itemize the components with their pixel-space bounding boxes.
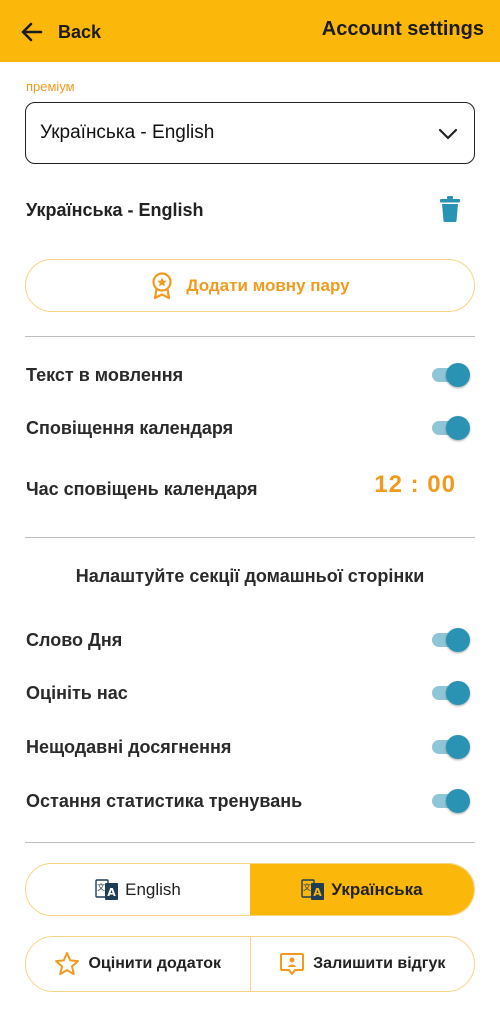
word-of-day-toggle[interactable] (428, 628, 470, 652)
divider (25, 842, 475, 843)
setting-row-calendar-notifications: Сповіщення календаря (26, 413, 472, 443)
training-stats-label: Остання статистика тренувань (26, 791, 303, 811)
leave-feedback-button[interactable]: Залишити відгук (249, 937, 475, 991)
language-option-ukrainian-label: Українська (331, 879, 423, 899)
add-language-pair-button[interactable]: Додати мовну пару (25, 259, 475, 312)
rate-app-button[interactable]: Оцінити додаток (26, 937, 250, 991)
rate-us-toggle[interactable] (428, 681, 470, 705)
home-sections-heading: Налаштуйте секції домашньої сторінки (75, 566, 425, 586)
home-section-row-word-of-day: Слово Дня (26, 625, 472, 655)
recent-achievements-label: Нещодавні досягнення (26, 737, 232, 757)
language-pair-name: Українська - English (26, 200, 204, 220)
svg-text:文: 文 (303, 882, 311, 892)
leave-feedback-label: Залишити відгук (313, 955, 446, 972)
language-pair-dropdown[interactable]: Українська - English (25, 102, 475, 164)
language-option-ukrainian[interactable]: A 文 Українська (250, 864, 474, 915)
notification-time-label: Час сповіщень календаря (26, 479, 258, 499)
back-arrow-icon (21, 22, 43, 42)
svg-text:A: A (314, 886, 323, 899)
language-pair-selected: Українська - English (40, 122, 215, 143)
svg-text:文: 文 (97, 882, 105, 892)
text-to-speech-label: Текст в мовлення (26, 365, 184, 385)
language-option-english[interactable]: A 文 English (26, 864, 250, 915)
rate-us-label: Оцініть нас (26, 683, 128, 703)
text-to-speech-toggle[interactable] (428, 363, 470, 387)
translate-icon: A 文 (301, 878, 325, 900)
back-button[interactable]: Back (20, 14, 101, 50)
feedback-icon (280, 953, 305, 975)
language-pair-row: Українська - English (26, 196, 466, 224)
svg-text:A: A (107, 886, 116, 899)
divider (25, 336, 475, 337)
home-section-row-recent-achievements: Нещодавні досягнення (26, 732, 472, 762)
home-section-row-rate-us: Оцініть нас (26, 678, 472, 708)
setting-row-text-to-speech: Текст в мовлення (26, 360, 472, 390)
translate-icon: A 文 (95, 878, 119, 900)
rate-app-label: Оцінити додаток (88, 955, 222, 972)
top-bar: Back Account settings (0, 0, 500, 62)
word-of-day-label: Слово Дня (26, 630, 123, 650)
divider (25, 537, 475, 538)
star-icon (55, 952, 80, 976)
page-title: Account settings (321, 18, 484, 40)
training-stats-toggle[interactable] (428, 789, 470, 813)
calendar-notifications-toggle[interactable] (428, 416, 470, 440)
back-label: Back (58, 21, 102, 42)
home-section-row-training-stats: Остання статистика тренувань (26, 786, 472, 816)
recent-achievements-toggle[interactable] (428, 735, 470, 759)
chevron-down-icon (438, 128, 458, 140)
add-language-pair-label: Додати мовну пару (186, 275, 350, 295)
bottom-actions: Оцінити додаток Залишити відгук (25, 936, 475, 992)
calendar-notifications-label: Сповіщення календаря (26, 418, 234, 438)
language-option-english-label: English (125, 879, 181, 899)
award-badge-icon (152, 271, 172, 299)
interface-language-switch: A 文 English A 文 Українська (25, 863, 475, 916)
trash-icon[interactable] (440, 196, 460, 222)
setting-row-notification-time: Час сповіщень календаря 12 : 00 (26, 471, 472, 504)
premium-label: преміум (26, 79, 75, 94)
notification-time-value[interactable]: 12 : 00 (374, 471, 456, 499)
